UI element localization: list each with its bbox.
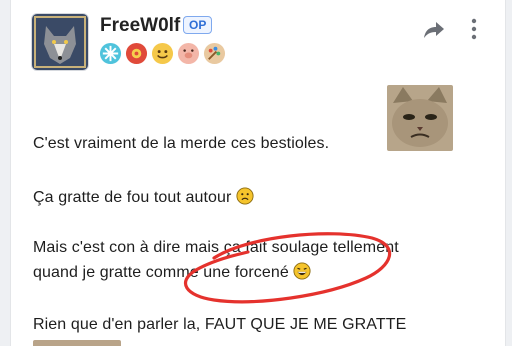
post-text-line: C'est vraiment de la merde ces bestioles… — [33, 135, 330, 152]
user-avatar[interactable] — [31, 13, 89, 71]
smiley-badge-icon[interactable] — [151, 42, 174, 65]
cat-sticker-image — [387, 85, 453, 151]
op-badge: OP — [183, 16, 213, 34]
frown-emoji-icon — [235, 187, 254, 205]
post-text-line: quand je gratte comme une forcené — [33, 262, 311, 282]
share-icon[interactable] — [423, 20, 445, 40]
second-cat-image — [33, 340, 121, 346]
snowflake-badge-icon[interactable] — [99, 42, 122, 65]
pig-badge-icon[interactable] — [177, 42, 200, 65]
post-text-line: Rien que d'en parler la, FAUT QUE JE ME … — [33, 316, 407, 333]
badge-row — [99, 42, 226, 65]
red-gear-badge-icon[interactable] — [125, 42, 148, 65]
more-options-icon[interactable] — [470, 18, 478, 40]
post-text-line: Ça gratte de fou tout autour — [33, 187, 254, 207]
wolf-avatar-image — [32, 14, 88, 70]
username[interactable]: FreeW0lf — [100, 15, 180, 37]
post-text-line: Mais c'est con à dire mais ça fait soula… — [33, 239, 399, 256]
palette-badge-icon[interactable] — [203, 42, 226, 65]
laughing-emoji-icon — [293, 262, 311, 280]
